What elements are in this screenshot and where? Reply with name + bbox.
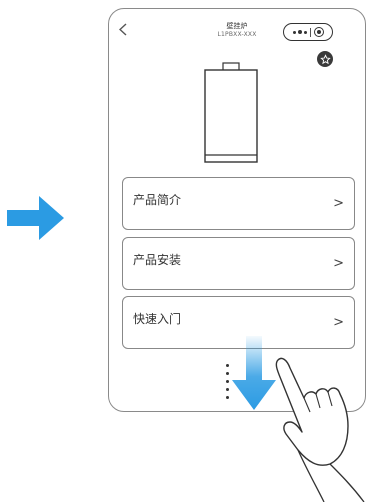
menu-item-product-intro[interactable]: 产品简介 >: [122, 177, 355, 230]
mini-program-capsule: [283, 23, 333, 41]
menu-item-label: 产品安装: [133, 253, 182, 267]
boiler-device-image: [204, 62, 258, 163]
right-arrow-icon: [7, 196, 64, 240]
more-dots-icon[interactable]: [292, 30, 307, 34]
menu-item-product-install[interactable]: 产品安装 >: [122, 237, 355, 290]
star-icon: [319, 53, 331, 64]
capsule-divider: [309, 27, 311, 37]
target-circle-icon[interactable]: [313, 27, 324, 37]
scroll-indicator-icon: [224, 364, 230, 402]
menu-item-label: 快速入门: [133, 312, 182, 326]
favorite-button[interactable]: [317, 51, 333, 67]
chevron-right-icon: >: [333, 315, 344, 330]
menu-item-label: 产品简介: [133, 193, 182, 207]
chevron-right-icon: >: [333, 196, 344, 211]
chevron-right-icon: >: [333, 256, 344, 271]
swipe-down-hand-icon: [275, 357, 365, 502]
swipe-down-arrow-icon: [232, 336, 276, 410]
